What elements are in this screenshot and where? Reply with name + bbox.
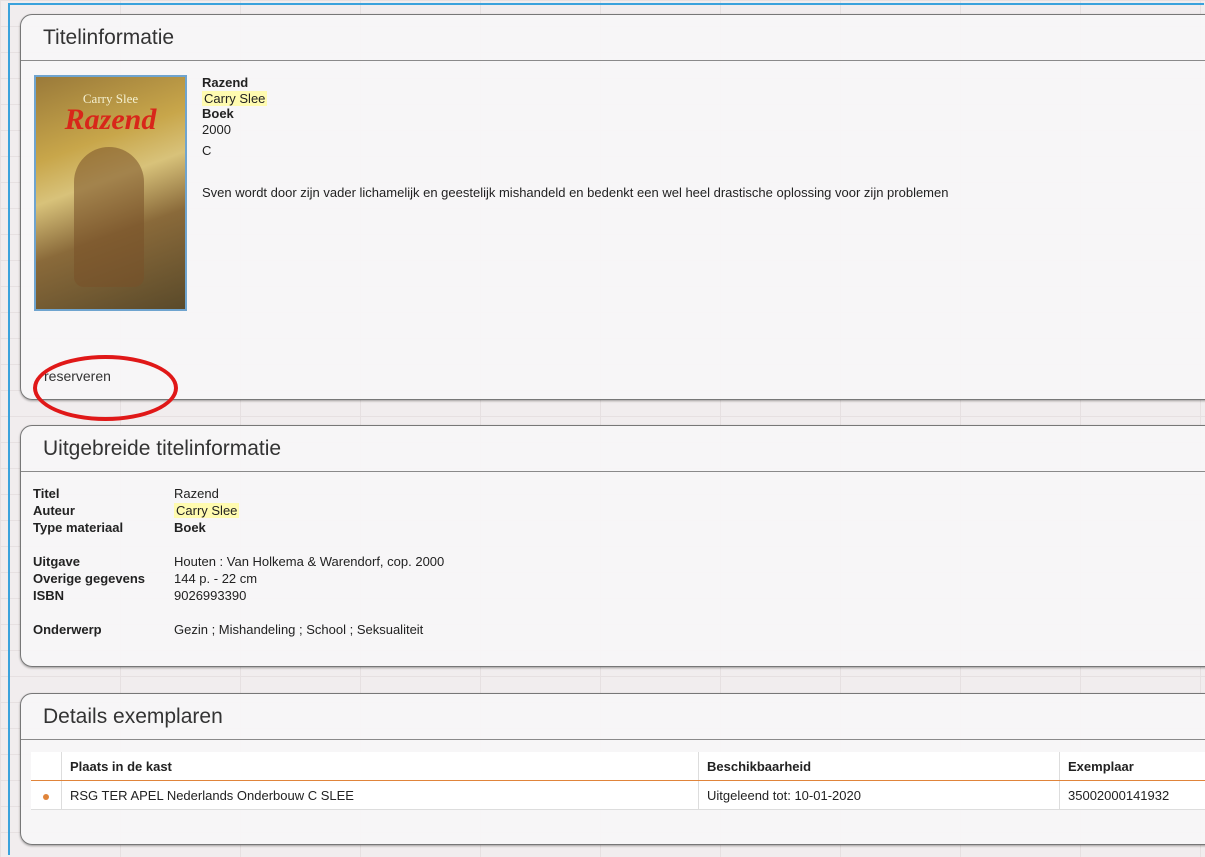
cover-figure bbox=[74, 147, 144, 287]
detail-value[interactable]: Gezin ; Mishandeling ; School ; Seksuali… bbox=[174, 622, 423, 637]
bullet-icon bbox=[43, 793, 49, 800]
copy-availability: Uitgeleend tot: 10-01-2020 bbox=[698, 780, 1060, 810]
detail-label: Overige gegevens bbox=[33, 571, 145, 586]
detail-value: Boek bbox=[174, 520, 206, 535]
detail-value: 144 p. - 22 cm bbox=[174, 571, 258, 586]
book-summary-info: Razend Carry Slee Boek 2000 C bbox=[202, 75, 268, 159]
detail-label: Uitgave bbox=[33, 554, 80, 569]
detail-value: 9026993390 bbox=[174, 588, 247, 603]
detail-label: Titel bbox=[33, 486, 60, 501]
row-marker bbox=[31, 780, 62, 810]
extended-info-heading: Uitgebreide titelinformatie bbox=[21, 426, 1205, 472]
marker-column-header bbox=[31, 752, 62, 781]
table-row[interactable]: RSG TER APEL Nederlands Onderbouw C SLEE… bbox=[31, 780, 1205, 810]
title-info-panel: Titelinformatie Carry Slee Razend Razend… bbox=[20, 14, 1205, 421]
table-header-row: Plaats in de kast Beschikbaarheid Exempl… bbox=[31, 752, 1205, 781]
copies-panel: Details exemplaren Plaats in de kast Bes… bbox=[20, 693, 1205, 845]
title-info-heading: Titelinformatie bbox=[21, 15, 1205, 61]
annotation-circle bbox=[33, 355, 178, 421]
extended-info-panel: Uitgebreide titelinformatie Titel Razend… bbox=[20, 425, 1205, 667]
cover-title-text: Razend bbox=[64, 103, 157, 136]
column-header-location[interactable]: Plaats in de kast bbox=[61, 752, 699, 781]
detail-author-link[interactable]: Carry Slee bbox=[174, 503, 240, 518]
detail-value: Houten : Van Holkema & Warendorf, cop. 2… bbox=[174, 554, 445, 569]
column-header-copy[interactable]: Exemplaar bbox=[1059, 752, 1205, 781]
detail-label: Auteur bbox=[33, 503, 75, 518]
column-header-availability[interactable]: Beschikbaarheid bbox=[698, 752, 1060, 781]
book-year: 2000 bbox=[202, 121, 231, 137]
book-summary-text: Sven wordt door zijn vader lichamelijk e… bbox=[202, 185, 949, 200]
book-type: Boek bbox=[202, 106, 234, 121]
book-cover-image[interactable]: Carry Slee Razend bbox=[34, 75, 187, 311]
detail-label: Onderwerp bbox=[33, 622, 102, 637]
detail-label: ISBN bbox=[33, 588, 65, 603]
copies-table: Plaats in de kast Beschikbaarheid Exempl… bbox=[31, 752, 1205, 810]
detail-label: Type materiaal bbox=[33, 520, 124, 535]
copy-location: RSG TER APEL Nederlands Onderbouw C SLEE bbox=[61, 780, 699, 810]
book-title: Razend bbox=[202, 75, 249, 90]
book-author-link[interactable]: Carry Slee bbox=[202, 90, 268, 106]
detail-value: Razend bbox=[174, 486, 219, 501]
book-level: C bbox=[202, 143, 212, 158]
copy-id: 35002000141932 bbox=[1059, 780, 1205, 810]
copies-heading: Details exemplaren bbox=[21, 694, 1205, 740]
